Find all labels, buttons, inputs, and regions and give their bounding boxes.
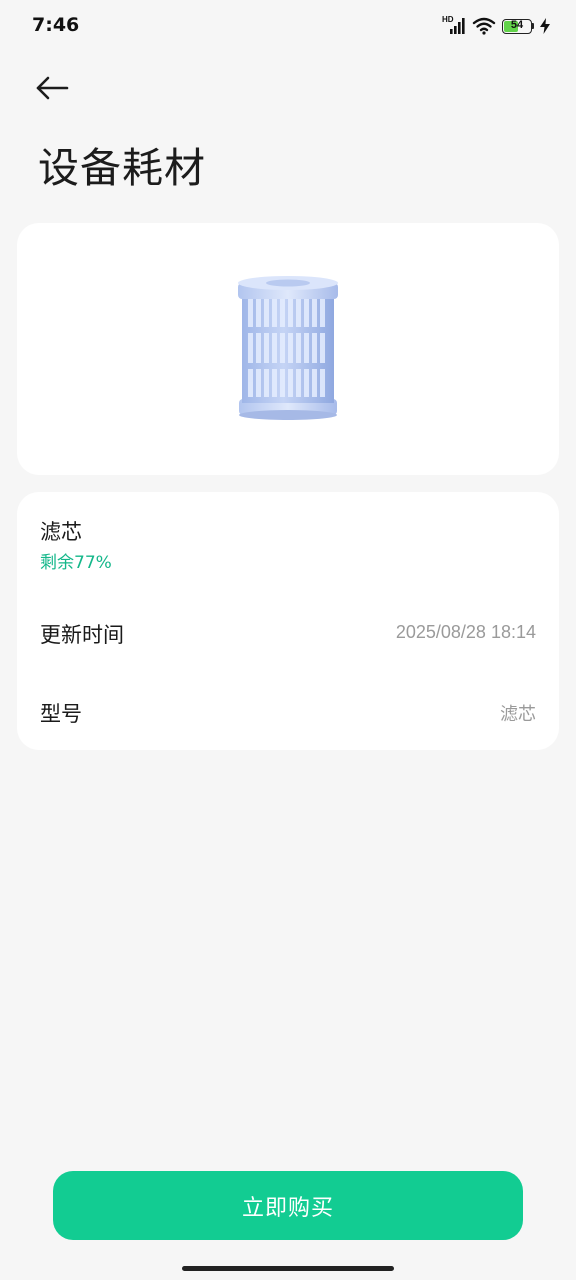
back-button[interactable] [30, 66, 74, 110]
consumable-image-card [17, 223, 559, 475]
home-indicator[interactable] [182, 1266, 394, 1271]
consumable-info-card: 滤芯 剩余77% 更新时间 2025/08/28 18:14 型号 滤芯 [17, 492, 559, 750]
wifi-icon [472, 17, 496, 35]
remaining-percent: 剩余77% [40, 553, 112, 573]
update-time-label: 更新时间 [40, 623, 124, 647]
update-time-value: 2025/08/28 18:14 [395, 622, 536, 642]
filter-cartridge-icon [238, 276, 338, 420]
hd-signal-icon: HD [442, 15, 466, 35]
status-time: 7:46 [32, 14, 80, 36]
battery-tip [532, 23, 534, 29]
buy-now-button[interactable]: 立即购买 [53, 1171, 523, 1240]
model-label: 型号 [40, 702, 82, 726]
page-title: 设备耗材 [38, 144, 206, 192]
status-icons: HD 54 [442, 14, 550, 38]
charging-icon [540, 18, 550, 34]
consumable-name: 滤芯 [40, 520, 82, 544]
back-arrow-icon [36, 76, 69, 100]
battery-icon: 54 [502, 18, 532, 34]
status-bar: 7:46 HD 54 [0, 0, 576, 52]
model-value: 滤芯 [500, 704, 536, 724]
battery-level: 54 [510, 18, 524, 31]
